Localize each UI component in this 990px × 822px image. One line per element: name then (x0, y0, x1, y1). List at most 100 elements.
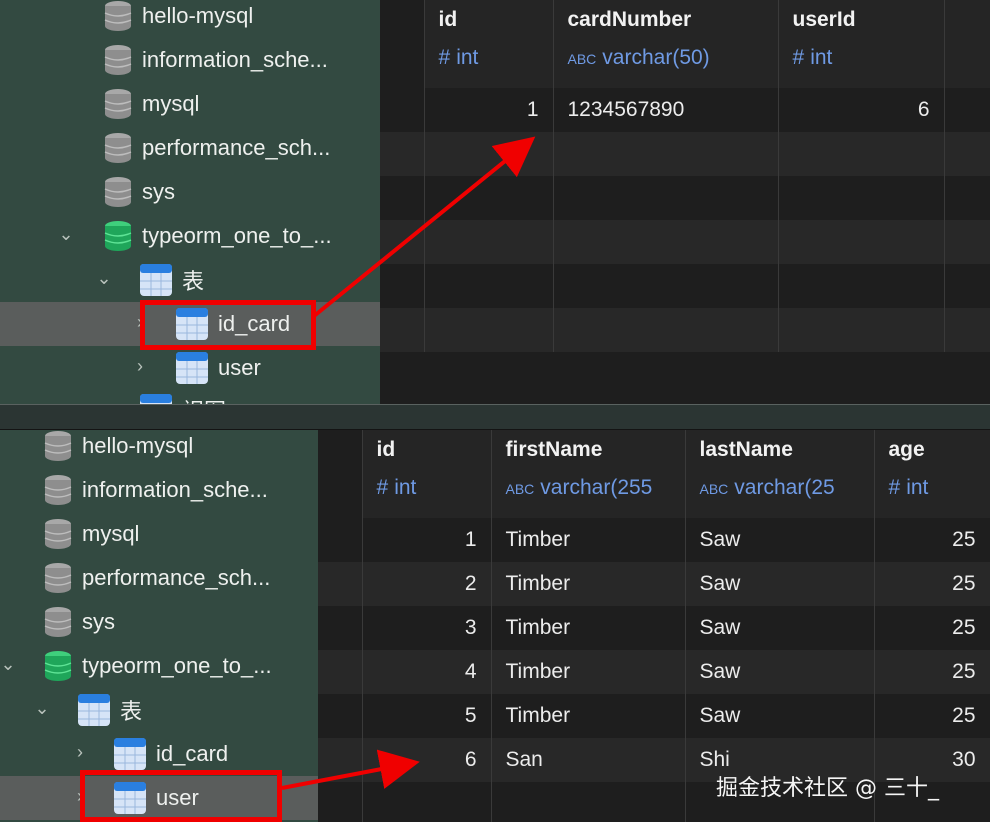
column-type-label: int (394, 476, 417, 499)
db-item-hello-mysql[interactable]: hello-mysql (104, 0, 253, 38)
cell-id[interactable]: 5 (362, 694, 492, 738)
db-item-mysql[interactable]: mysql (44, 512, 139, 556)
db-item-label: information_sche... (82, 477, 268, 502)
cell-age[interactable]: 25 (874, 518, 990, 562)
chevron-right-icon[interactable]: › (70, 742, 90, 763)
table-row[interactable]: 2 Timber Saw 25 (318, 562, 990, 606)
top-grid-area: id # int cardNumber ABC varchar(50) userId # i… (380, 0, 990, 404)
table-row[interactable]: 4 Timber Saw 25 (318, 650, 990, 694)
column-header-userId[interactable]: userId # int (778, 0, 945, 88)
row-gutter (318, 562, 363, 606)
column-header-id[interactable]: id # int (424, 0, 554, 88)
chevron-down-icon[interactable]: ⌄ (32, 698, 52, 719)
db-item-hello-mysql[interactable]: hello-mysql (44, 430, 193, 468)
column-type-label: varchar(25 (734, 476, 835, 499)
db-item-label: typeorm_one_to_... (82, 653, 272, 678)
table-item-label: user (218, 355, 261, 380)
cell-lastName[interactable]: Saw (685, 606, 875, 650)
row-gutter (318, 650, 363, 694)
column-type-label: int (456, 46, 479, 69)
cell-age[interactable]: 25 (874, 650, 990, 694)
column-header-firstName[interactable]: firstName ABC varchar(255 (491, 430, 686, 518)
chevron-right-icon[interactable]: › (130, 356, 150, 377)
table-row[interactable]: 1 1234567890 6 (380, 88, 990, 132)
cell-firstName[interactable]: Timber (491, 694, 686, 738)
db-item-label: typeorm_one_to_... (142, 223, 332, 248)
column-header-id[interactable]: id # int (362, 430, 492, 518)
db-item-information-schema[interactable]: information_sche... (44, 468, 268, 512)
db-item-label: sys (82, 609, 115, 634)
column-header-lastName[interactable]: lastName ABC varchar(25 (685, 430, 875, 518)
db-item-information-schema[interactable]: information_sche... (104, 38, 328, 82)
column-name: id (438, 8, 458, 31)
number-type-icon: # (376, 476, 389, 499)
cell-firstName[interactable]: Timber (491, 606, 686, 650)
column-header-cardNumber[interactable]: cardNumber ABC varchar(50) (553, 0, 779, 88)
database-icon (104, 176, 132, 208)
cell-id[interactable]: 4 (362, 650, 492, 694)
cell-lastName[interactable]: Saw (685, 562, 875, 606)
cell-id[interactable]: 1 (362, 518, 492, 562)
column-name: userId (792, 8, 856, 31)
column-name: id (376, 438, 396, 461)
db-item-performance-schema[interactable]: performance_sch... (44, 556, 270, 600)
tables-folder-label: 表 (182, 269, 205, 294)
cell-age[interactable]: 25 (874, 606, 990, 650)
db-item-label: mysql (82, 521, 140, 546)
cell-userId[interactable]: 6 (778, 88, 945, 132)
row-gutter (318, 606, 363, 650)
database-green-icon (44, 650, 72, 682)
db-item-label: sys (142, 179, 175, 204)
db-item-sys[interactable]: sys (104, 170, 175, 214)
table-row[interactable]: 1 Timber Saw 25 (318, 518, 990, 562)
panel-divider (0, 404, 990, 430)
database-icon (44, 518, 72, 550)
table-item-user[interactable]: user (176, 346, 261, 390)
db-item-typeorm-one-to[interactable]: typeorm_one_to_... (104, 214, 332, 258)
database-icon (44, 606, 72, 638)
number-type-icon: # (888, 476, 901, 499)
cell-id[interactable]: 3 (362, 606, 492, 650)
row-gutter (318, 518, 363, 562)
cell-firstName[interactable]: Timber (491, 518, 686, 562)
cell-lastName[interactable]: Saw (685, 694, 875, 738)
tables-folder[interactable]: 表 (140, 258, 204, 302)
cell-age[interactable]: 25 (874, 694, 990, 738)
db-item-sys[interactable]: sys (44, 600, 115, 644)
cell-cardNumber[interactable]: 1234567890 (553, 88, 779, 132)
row-gutter-header (380, 0, 425, 88)
chevron-down-icon[interactable]: ⌄ (0, 654, 18, 675)
cell-lastName[interactable]: Saw (685, 650, 875, 694)
empty-row (380, 308, 990, 352)
view-folder-icon (140, 394, 172, 404)
cell-id[interactable]: 2 (362, 562, 492, 606)
db-item-performance-schema[interactable]: performance_sch... (104, 126, 330, 170)
column-name: cardNumber (567, 8, 692, 31)
cell-id[interactable]: 6 (362, 738, 492, 782)
views-folder-label: 视图 (182, 394, 226, 404)
text-type-icon: ABC (567, 51, 597, 67)
row-gutter (318, 694, 363, 738)
column-header-age[interactable]: age # int (874, 430, 990, 518)
db-item-typeorm-one-to[interactable]: typeorm_one_to_... (44, 644, 272, 688)
column-name: age (888, 438, 925, 461)
views-folder[interactable]: 视图 (140, 388, 226, 404)
cell-id[interactable]: 1 (424, 88, 554, 132)
number-type-icon: # (438, 46, 451, 69)
chevron-down-icon[interactable]: ⌄ (56, 224, 76, 245)
tables-folder[interactable]: 表 (78, 688, 142, 732)
chevron-down-icon[interactable]: ⌄ (94, 268, 114, 289)
cell-firstName[interactable]: Timber (491, 650, 686, 694)
db-item-label: performance_sch... (82, 565, 271, 590)
column-type: # int (889, 476, 990, 500)
cell-firstName[interactable]: San (491, 738, 686, 782)
cell-lastName[interactable]: Saw (685, 518, 875, 562)
empty-column-header (944, 0, 990, 88)
cell-age[interactable]: 25 (874, 562, 990, 606)
column-type-label: int (906, 476, 929, 499)
table-row[interactable]: 5 Timber Saw 25 (318, 694, 990, 738)
table-row[interactable]: 3 Timber Saw 25 (318, 606, 990, 650)
db-item-label: hello-mysql (142, 3, 254, 28)
cell-firstName[interactable]: Timber (491, 562, 686, 606)
db-item-mysql[interactable]: mysql (104, 82, 199, 126)
